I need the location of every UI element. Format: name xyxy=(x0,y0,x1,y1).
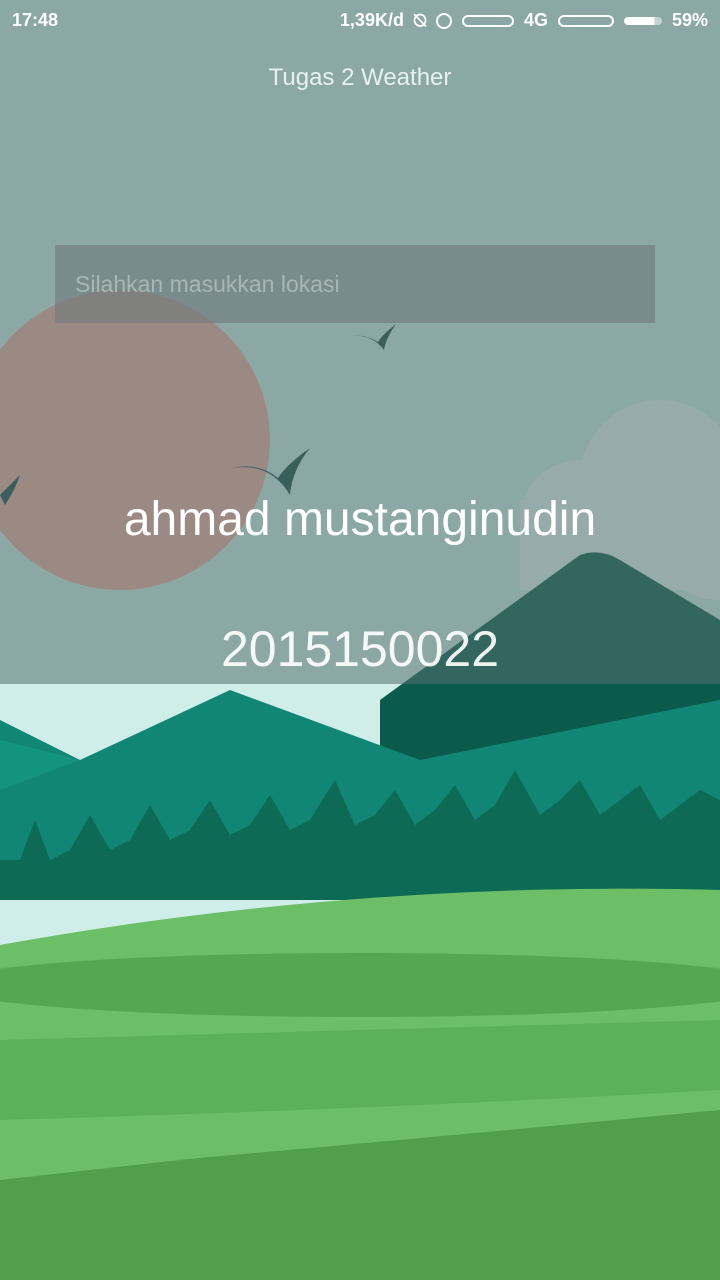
network-type: 4G xyxy=(523,10,548,30)
location-search-input[interactable] xyxy=(55,245,655,323)
network-speed: 1,39K/d xyxy=(339,10,404,30)
battery-percent: 59% xyxy=(671,10,708,30)
sim-slot-icon xyxy=(461,14,514,27)
app-title: Tugas 2 Weather xyxy=(268,64,452,91)
battery-icon xyxy=(623,16,662,25)
status-indicators: 1,39K/d ⍉ 4G 59% xyxy=(340,10,708,31)
student-name: ahmad mustanginudin xyxy=(123,493,597,546)
alarm-circle-icon xyxy=(435,12,452,29)
top-dim-overlay xyxy=(0,0,720,684)
mute-icon: ⍉ xyxy=(413,9,426,32)
status-bar: 17:48 1,39K/d ⍉ 4G 59% xyxy=(0,0,720,42)
student-id: 2015150022 xyxy=(220,621,500,677)
status-time: 17:48 xyxy=(12,10,59,30)
signal-icon xyxy=(557,14,614,27)
